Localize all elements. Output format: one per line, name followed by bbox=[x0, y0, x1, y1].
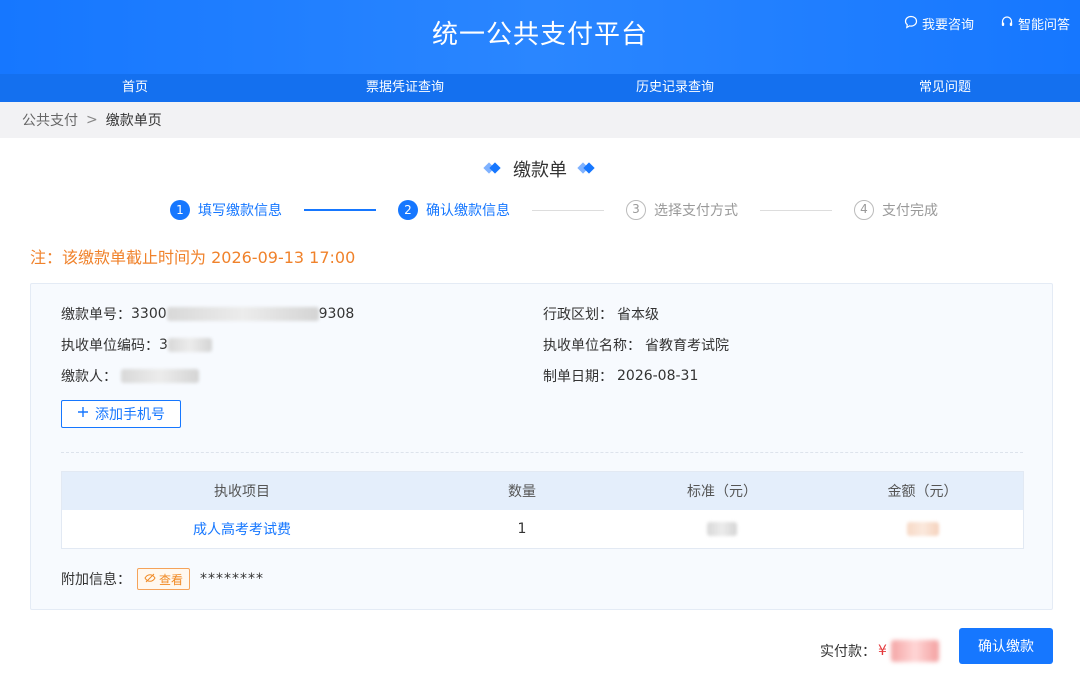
cell-item: 成人高考考试费 bbox=[62, 510, 422, 548]
step-1-label: 填写缴款信息 bbox=[198, 203, 282, 219]
top-links: 我要咨询 智能问答 bbox=[904, 14, 1070, 33]
actual-payment: 实付款： ¥ bbox=[820, 640, 939, 662]
bill-no-label: 缴款单号： bbox=[61, 307, 131, 323]
step-1-number: 1 bbox=[170, 200, 190, 220]
diamond-right-icon bbox=[579, 164, 595, 174]
main-nav: 首页 票据凭证查询 历史记录查询 常见问题 bbox=[0, 74, 1080, 102]
date-label: 制单日期： bbox=[543, 369, 613, 385]
add-phone-button[interactable]: 添加手机号 bbox=[61, 400, 181, 428]
header-item: 执收项目 bbox=[214, 484, 270, 500]
bill-no-row: 缴款单号： 3300 9308 bbox=[61, 304, 354, 324]
add-phone-label: 添加手机号 bbox=[95, 407, 165, 423]
step-2-label: 确认缴款信息 bbox=[426, 203, 510, 219]
header-top: 统一公共支付平台 我要咨询 智能问答 bbox=[0, 0, 1080, 72]
progress-steps: 1 填写缴款信息 2 确认缴款信息 3 选择支付方式 4 支付完成 bbox=[170, 200, 938, 220]
step-2: 2 确认缴款信息 bbox=[398, 200, 510, 220]
bill-no-suffix: 9308 bbox=[318, 306, 355, 322]
step-4: 4 支付完成 bbox=[854, 200, 938, 220]
payer-label: 缴款人： bbox=[61, 369, 117, 385]
consult-label: 我要咨询 bbox=[921, 18, 974, 33]
date-row: 制单日期： 2026-08-31 bbox=[543, 366, 698, 386]
confirm-payment-button[interactable]: 确认缴款 bbox=[959, 628, 1053, 664]
actual-payment-label: 实付款： bbox=[820, 644, 876, 660]
view-extra-label: 查看 bbox=[159, 572, 184, 587]
unit-code-value: 3 bbox=[159, 337, 168, 353]
region-value: 省本级 bbox=[617, 307, 659, 323]
breadcrumb-current: 缴款单页 bbox=[105, 113, 162, 129]
step-connector-2 bbox=[532, 209, 604, 211]
extra-info-label: 附加信息： bbox=[61, 572, 131, 588]
unit-code-label: 执收单位编码： bbox=[61, 338, 159, 354]
cell-standard bbox=[622, 510, 822, 548]
headset-icon bbox=[1000, 15, 1014, 33]
payer-row: 缴款人： bbox=[61, 366, 199, 386]
header: 统一公共支付平台 我要咨询 智能问答 首页 票据凭证查询 历史记录查询 常见问题 bbox=[0, 0, 1080, 102]
page-title: 缴款单 bbox=[513, 160, 567, 181]
date-value: 2026-08-31 bbox=[617, 368, 699, 384]
nav-item-history-query[interactable]: 历史记录查询 bbox=[540, 74, 810, 102]
items-table: 执收项目 数量 标准（元） 金额（元） 成人高考考试费 1 bbox=[61, 471, 1024, 549]
step-3-label: 选择支付方式 bbox=[654, 203, 738, 219]
smart-qa-label: 智能问答 bbox=[1017, 18, 1070, 33]
section-divider bbox=[61, 452, 1023, 453]
bill-no-prefix: 3300 bbox=[131, 306, 167, 322]
step-4-number: 4 bbox=[854, 200, 874, 220]
breadcrumb-public-payment[interactable]: 公共支付 bbox=[22, 110, 78, 130]
unit-name-label: 执收单位名称： bbox=[543, 338, 641, 354]
nav-item-receipt-query[interactable]: 票据凭证查询 bbox=[270, 74, 540, 102]
view-extra-button[interactable]: 查看 bbox=[137, 568, 191, 590]
nav-item-faq[interactable]: 常见问题 bbox=[810, 74, 1080, 102]
region-row: 行政区划： 省本级 bbox=[543, 304, 659, 324]
breadcrumb: 公共支付 > 缴款单页 bbox=[0, 102, 1080, 138]
step-connector-3 bbox=[760, 209, 832, 211]
item-link[interactable]: 成人高考考试费 bbox=[193, 519, 291, 539]
header-standard: 标准（元） bbox=[687, 484, 757, 500]
step-3: 3 选择支付方式 bbox=[626, 200, 738, 220]
bill-card: 缴款单号： 3300 9308 行政区划： 省本级 执收单位编码： 3 执收单位… bbox=[30, 283, 1053, 610]
breadcrumb-separator: > bbox=[86, 112, 98, 128]
standard-redacted bbox=[707, 522, 737, 536]
unit-name-value: 省教育考试院 bbox=[645, 338, 729, 354]
step-connector-1 bbox=[304, 209, 376, 211]
cell-amount bbox=[822, 510, 1023, 548]
step-3-number: 3 bbox=[626, 200, 646, 220]
amount-redacted bbox=[906, 522, 939, 536]
unit-code-row: 执收单位编码： 3 bbox=[61, 335, 212, 355]
step-4-label: 支付完成 bbox=[882, 203, 938, 219]
table-header: 执收项目 数量 标准（元） 金额（元） bbox=[62, 472, 1023, 510]
extra-info-row: 附加信息： 查看 ******** bbox=[61, 568, 264, 590]
cell-qty: 1 bbox=[517, 521, 527, 537]
smart-qa-link[interactable]: 智能问答 bbox=[1000, 14, 1070, 33]
table-row: 成人高考考试费 1 bbox=[62, 510, 1023, 548]
extra-info-masked: ******** bbox=[200, 571, 265, 587]
bill-no-redacted bbox=[166, 307, 319, 321]
unit-code-redacted bbox=[167, 338, 212, 352]
currency-symbol: ¥ bbox=[878, 643, 887, 659]
unit-name-row: 执收单位名称： 省教育考试院 bbox=[543, 335, 729, 355]
payer-redacted bbox=[121, 369, 199, 383]
region-label: 行政区划： bbox=[543, 307, 613, 323]
header-amount: 金额（元） bbox=[887, 484, 958, 500]
step-1: 1 填写缴款信息 bbox=[170, 200, 282, 220]
step-2-number: 2 bbox=[398, 200, 418, 220]
chat-icon bbox=[904, 15, 918, 33]
actual-payment-redacted bbox=[890, 640, 939, 662]
plus-icon bbox=[77, 406, 89, 422]
nav-item-home[interactable]: 首页 bbox=[0, 74, 270, 102]
page-title-wrap: 缴款单 bbox=[0, 156, 1080, 182]
diamond-left-icon bbox=[485, 164, 501, 174]
consult-link[interactable]: 我要咨询 bbox=[904, 14, 974, 33]
eye-off-icon bbox=[144, 572, 156, 586]
deadline-notice: 注：该缴款单截止时间为 2026-09-13 17:00 bbox=[30, 248, 356, 267]
header-qty: 数量 bbox=[508, 484, 536, 500]
